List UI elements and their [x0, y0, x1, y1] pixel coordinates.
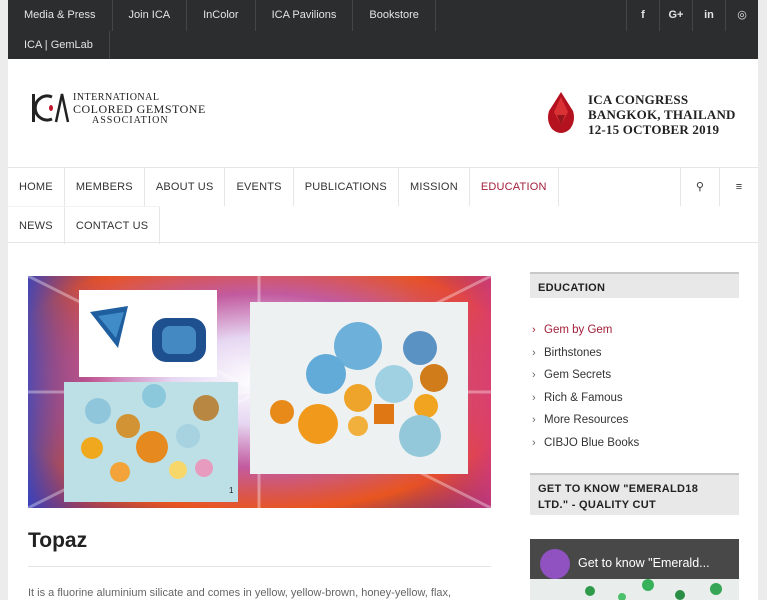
top-link-media-press[interactable]: Media & Press	[8, 0, 113, 31]
facebook-icon[interactable]: f	[626, 0, 659, 31]
top-link-join-ica[interactable]: Join ICA	[113, 0, 188, 31]
nav-mission[interactable]: MISSION	[399, 168, 470, 206]
sidebar-item-gem-by-gem[interactable]: › Gem by Gem	[530, 319, 739, 342]
sidebar-item-label: More Resources	[544, 414, 629, 427]
page-title: Topaz	[28, 529, 88, 552]
chevron-right-icon: ›	[532, 324, 536, 337]
nav-events[interactable]: EVENTS	[225, 168, 294, 206]
sidebar-heading-video: GET TO KNOW "EMERALD18 LTD." - QUALITY C…	[530, 473, 739, 515]
nav-home[interactable]: HOME	[8, 168, 65, 206]
top-links-row-2: ICA | GemLab	[8, 31, 110, 59]
linkedin-icon[interactable]: in	[692, 0, 725, 31]
sidebar-item-label: Birthstones	[544, 346, 602, 359]
search-icon[interactable]: ⚲	[680, 168, 719, 206]
video-title: Get to know "Emerald...	[578, 556, 710, 570]
sidebar-item-label: Rich & Famous	[544, 391, 623, 404]
channel-avatar	[540, 549, 570, 579]
top-links-row: Media & Press Join ICA InColor ICA Pavil…	[8, 0, 436, 31]
chevron-right-icon: ›	[532, 346, 536, 359]
sidebar-item-gem-secrets[interactable]: › Gem Secrets	[530, 364, 739, 387]
logo-text-line3: ASSOCIATION	[92, 115, 169, 126]
sidebar-item-rich-famous[interactable]: › Rich & Famous	[530, 387, 739, 410]
page-content: INTERNATIONAL COLORED GEMSTONE ASSOCIATI…	[8, 59, 758, 600]
ica-logo[interactable]: INTERNATIONAL COLORED GEMSTONE ASSOCIATI…	[30, 91, 212, 127]
congress-location: BANGKOK, THAILAND	[588, 107, 736, 122]
nav-tools: ⚲ ≡	[680, 168, 758, 206]
top-link-ica-pavilions[interactable]: ICA Pavilions	[256, 0, 354, 31]
top-link-incolor[interactable]: InColor	[187, 0, 256, 31]
sidebar-item-label: Gem Secrets	[544, 369, 612, 382]
main-nav-row-2: NEWS CONTACT US	[8, 206, 161, 244]
congress-banner[interactable]: ICA CONGRESS BANGKOK, THAILAND 12-15 OCT…	[544, 91, 738, 137]
top-link-bookstore[interactable]: Bookstore	[353, 0, 436, 31]
chevron-right-icon: ›	[532, 414, 536, 427]
image-number: 1	[229, 486, 234, 495]
main-nav-row: HOME MEMBERS ABOUT US EVENTS PUBLICATION…	[8, 168, 559, 206]
google-plus-icon[interactable]: G+	[659, 0, 692, 31]
sidebar-item-cibjo-blue-books[interactable]: › CIBJO Blue Books	[530, 432, 739, 455]
nav-about-us[interactable]: ABOUT US	[145, 168, 226, 206]
nav-contact-us[interactable]: CONTACT US	[65, 207, 161, 244]
main-nav: HOME MEMBERS ABOUT US EVENTS PUBLICATION…	[8, 167, 758, 244]
title-divider	[28, 566, 491, 567]
nav-education[interactable]: EDUCATION	[470, 168, 559, 206]
top-bar: Media & Press Join ICA InColor ICA Pavil…	[8, 0, 758, 59]
sidebar-item-birthstones[interactable]: › Birthstones	[530, 342, 739, 365]
instagram-icon[interactable]: ◎	[725, 0, 758, 31]
nav-publications[interactable]: PUBLICATIONS	[294, 168, 399, 206]
nav-news[interactable]: NEWS	[8, 207, 65, 244]
topaz-hero-image	[28, 276, 491, 508]
chevron-right-icon: ›	[532, 436, 536, 449]
sidebar-heading-education: EDUCATION	[530, 272, 739, 298]
chevron-right-icon: ›	[532, 391, 536, 404]
congress-dates: 12-15 OCTOBER 2019	[588, 122, 720, 137]
top-link-ica-gemlab[interactable]: ICA | GemLab	[8, 31, 110, 59]
intro-text: It is a fluorine aluminium silicate and …	[28, 587, 452, 599]
sidebar-item-label: Gem by Gem	[544, 324, 613, 337]
sidebar-item-label: CIBJO Blue Books	[544, 436, 640, 449]
ruby-gem-icon	[548, 92, 574, 133]
menu-icon[interactable]: ≡	[719, 168, 758, 206]
sidebar-item-more-resources[interactable]: › More Resources	[530, 409, 739, 432]
sidebar-menu: › Gem by Gem › Birthstones › Gem Secrets › R…	[530, 319, 739, 454]
social-links: f G+ in ◎	[626, 0, 758, 31]
nav-members[interactable]: MEMBERS	[65, 168, 145, 206]
ica-logo-mark-icon	[32, 93, 70, 123]
video-player[interactable]: Get to know "Emerald...	[530, 539, 739, 600]
chevron-right-icon: ›	[532, 369, 536, 382]
congress-title: ICA CONGRESS	[588, 92, 689, 107]
